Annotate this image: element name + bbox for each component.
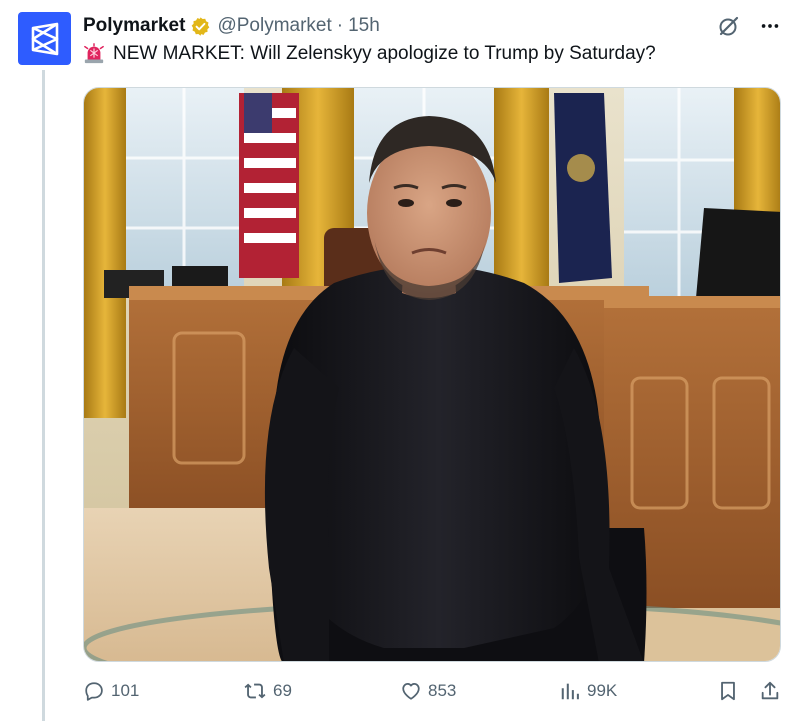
avatar[interactable]: [18, 12, 71, 65]
bookmark-button[interactable]: [717, 680, 739, 702]
repost-button[interactable]: 69: [243, 680, 292, 702]
reply-count: 101: [111, 681, 140, 700]
post-header: Polymarket @Polymarket · 15h: [83, 14, 380, 38]
like-count: 853: [428, 681, 457, 700]
bookmark-icon: [721, 681, 735, 701]
top-right-controls: [717, 14, 781, 38]
heart-icon: [402, 682, 420, 700]
view-count: 99K: [587, 681, 618, 700]
like-button[interactable]: 853: [400, 680, 456, 702]
author-name[interactable]: Polymarket: [83, 15, 185, 37]
action-bar: 101 69 853 99K: [83, 680, 783, 706]
post-image[interactable]: [83, 87, 781, 662]
post-text: NEW MARKET: Will Zelenskyy apologize to …: [83, 43, 656, 65]
more-options-icon[interactable]: [759, 15, 781, 37]
share-icon: [761, 681, 779, 700]
verified-badge-icon: [190, 16, 211, 37]
post-time[interactable]: 15h: [348, 15, 380, 37]
rotating-light-icon: [83, 43, 105, 65]
repost-icon: [244, 683, 266, 699]
oval-office-photo: [84, 88, 780, 661]
views-button[interactable]: 99K: [559, 680, 617, 702]
share-button[interactable]: [759, 680, 781, 702]
polymarket-logo-icon: [31, 22, 58, 55]
thread-line: [42, 70, 45, 721]
grok-icon[interactable]: [717, 14, 741, 38]
author-handle[interactable]: @Polymarket: [217, 15, 331, 37]
analytics-icon: [561, 683, 579, 700]
repost-count: 69: [273, 681, 292, 700]
separator: ·: [336, 15, 344, 36]
reply-icon: [85, 682, 103, 701]
reply-button[interactable]: 101: [83, 680, 139, 702]
post-body: NEW MARKET: Will Zelenskyy apologize to …: [113, 43, 656, 64]
